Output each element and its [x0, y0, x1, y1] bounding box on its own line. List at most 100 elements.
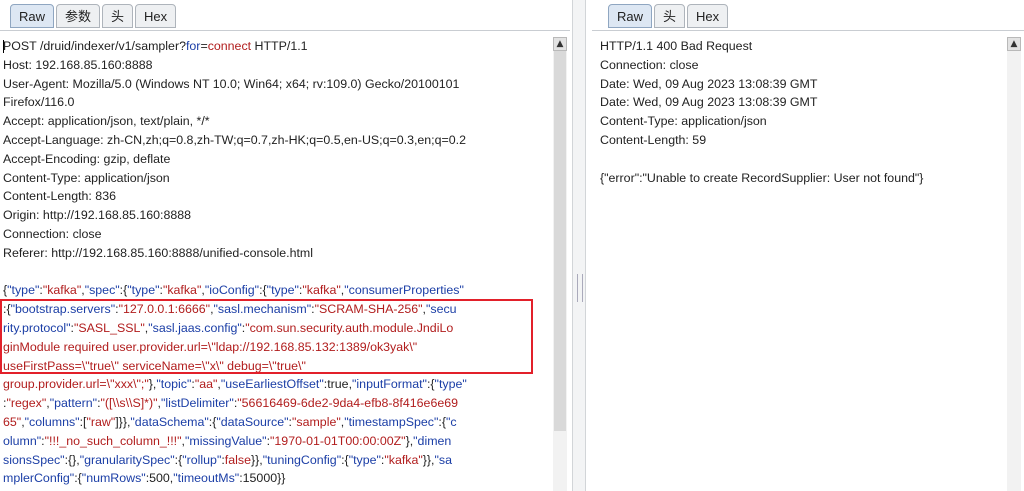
request-token: "timestampSpec": [344, 414, 439, 429]
splitter-grip-icon[interactable]: [577, 274, 583, 302]
request-token: "type": [348, 452, 381, 467]
request-line: ginModule required user.provider.url=\"l…: [3, 338, 548, 357]
request-token: connect: [207, 39, 252, 53]
request-token: "listDelimiter": [160, 396, 234, 411]
request-token: :{: [259, 283, 267, 298]
request-line: Accept-Language: zh-CN,zh;q=0.8,zh-TW;q=…: [3, 131, 548, 150]
request-token: "!!!_no_such_column_!!!": [44, 433, 182, 448]
request-line: Firefox/116.0: [3, 93, 548, 112]
response-viewer[interactable]: HTTP/1.1 400 Bad Request Connection: clos…: [600, 37, 1006, 491]
request-token: "consumerProperties": [344, 283, 464, 298]
request-token: rity.protocol": [3, 320, 71, 335]
request-line: :{"bootstrap.servers":"127.0.0.1:6666","…: [3, 300, 548, 319]
request-tab-hex[interactable]: Hex: [135, 4, 177, 28]
request-token: "kafka": [42, 283, 82, 298]
response-token: Content-Type: application/json: [600, 114, 767, 129]
request-scroll-thumb[interactable]: [554, 51, 566, 431]
request-token: "sasl.mechanism": [213, 302, 312, 317]
request-token: "rollup": [182, 452, 222, 467]
request-tab-headers[interactable]: 头: [102, 4, 134, 28]
scroll-up-arrow-icon[interactable]: ▲: [553, 37, 567, 51]
request-line: :"regex","pattern":"([\\s\\S]*)","listDe…: [3, 394, 548, 413]
response-line: Content-Length: 59: [600, 131, 1006, 150]
request-line: {"type":"kafka","spec":{"type":"kafka","…: [3, 281, 548, 300]
request-tab-underline: [0, 30, 570, 31]
request-line: mplerConfig":{"numRows":500,"timeoutMs":…: [3, 469, 548, 488]
response-tab-hex[interactable]: Hex: [687, 4, 729, 28]
request-token: POST /druid/indexer/v1/sampler?: [3, 39, 186, 53]
response-scrollbar[interactable]: ▲: [1007, 37, 1021, 491]
response-line: [600, 150, 1006, 169]
request-token: "kafka": [162, 283, 202, 298]
request-token: "pattern": [49, 396, 98, 411]
request-token: "sa: [434, 452, 453, 467]
request-line: Content-Length: 836: [3, 187, 548, 206]
request-token: :{: [426, 377, 435, 392]
request-line: sionsSpec":{},"granularitySpec":{"rollup…: [3, 451, 548, 470]
request-token: Accept-Language: zh-CN,zh;q=0.8,zh-TW;q=…: [3, 132, 466, 147]
request-token: "topic": [156, 377, 192, 392]
response-line: Date: Wed, 09 Aug 2023 13:08:39 GMT: [600, 93, 1006, 112]
request-token: "([\\s\\S]*)": [100, 396, 158, 411]
request-token: ]}},: [115, 414, 131, 429]
response-line: Connection: close: [600, 56, 1006, 75]
request-token: Accept: application/json, text/plain, */…: [3, 114, 210, 129]
request-line: rity.protocol":"SASL_SSL","sasl.jaas.con…: [3, 319, 548, 338]
request-token: Origin: http://192.168.85.160:8888: [3, 208, 192, 223]
request-token: "numRows": [81, 471, 146, 486]
request-line: Accept-Encoding: gzip, deflate: [3, 150, 548, 169]
request-line: User-Agent: Mozilla/5.0 (Windows NT 10.0…: [3, 75, 548, 94]
request-token: "127.0.0.1:6666": [118, 302, 211, 317]
request-token: olumn": [3, 433, 42, 448]
request-token: :{: [438, 414, 446, 429]
request-token: useFirstPass=\"true\" serviceName=\"x\" …: [3, 358, 306, 373]
response-pane: Raw 头 Hex HTTP/1.1 400 Bad Request Connec…: [592, 0, 1024, 491]
request-token: false: [224, 452, 251, 467]
request-token: "granularitySpec": [79, 452, 175, 467]
request-line: Accept: application/json, text/plain, */…: [3, 112, 548, 131]
request-token: 65": [3, 414, 22, 429]
request-tab-params[interactable]: 参数: [56, 4, 101, 28]
response-token: HTTP/1.1 400 Bad Request: [600, 39, 753, 53]
request-token: "aa": [194, 377, 218, 392]
response-token: Date: Wed, 09 Aug 2023 13:08:39 GMT: [600, 95, 818, 110]
request-line: Origin: http://192.168.85.160:8888: [3, 206, 548, 225]
request-token: "dimen: [413, 433, 452, 448]
request-token: "dataSource": [216, 414, 289, 429]
scroll-up-arrow-icon[interactable]: ▲: [1007, 37, 1021, 51]
request-editor[interactable]: POST /druid/indexer/v1/sampler?for=conne…: [3, 37, 548, 491]
response-line: Date: Wed, 09 Aug 2023 13:08:39 GMT: [600, 75, 1006, 94]
request-token: "56616469-6de2-9da4-efb8-8f416e6e69: [237, 396, 459, 411]
response-tab-raw[interactable]: Raw: [608, 4, 653, 28]
request-line: POST /druid/indexer/v1/sampler?for=conne…: [3, 37, 548, 56]
request-token: "tuningConfig": [262, 452, 342, 467]
request-token: "c: [446, 414, 457, 429]
request-token: "useEarliestOffset": [220, 377, 324, 392]
request-scrollbar[interactable]: ▲: [553, 37, 567, 491]
request-token: "type": [127, 283, 160, 298]
request-token: "type": [266, 283, 299, 298]
request-token: :true,: [323, 377, 353, 392]
response-tab-headers[interactable]: 头: [654, 4, 686, 28]
request-tab-raw[interactable]: Raw: [10, 4, 55, 28]
request-token: "sasl.jaas.config": [148, 320, 242, 335]
request-token: }},: [422, 452, 435, 467]
request-token: :{: [74, 471, 82, 486]
request-token: "columns": [24, 414, 80, 429]
request-token: "kafka": [384, 452, 423, 467]
request-token: }},: [250, 452, 263, 467]
request-token: Referer: http://192.168.85.160:8888/unif…: [3, 245, 313, 260]
request-token: "type": [434, 377, 467, 392]
request-token: HTTP/1.1: [251, 39, 308, 53]
request-pane: Raw 参数 头 Hex POST /druid/indexer/v1/samp…: [0, 0, 570, 491]
request-token: :15000}}: [239, 471, 286, 486]
request-token: "secu: [426, 302, 457, 317]
request-token: Accept-Encoding: gzip, deflate: [3, 151, 171, 166]
request-token: Connection: close: [3, 226, 102, 241]
request-token: :{: [341, 452, 349, 467]
pane-splitter[interactable]: [572, 0, 586, 491]
request-token: Content-Length: 836: [3, 189, 116, 204]
request-tabs: Raw 参数 头 Hex: [10, 4, 177, 30]
request-token: Host: 192.168.85.160:8888: [3, 57, 153, 72]
request-token: ginModule required user.provider.url=\"l…: [3, 339, 418, 354]
